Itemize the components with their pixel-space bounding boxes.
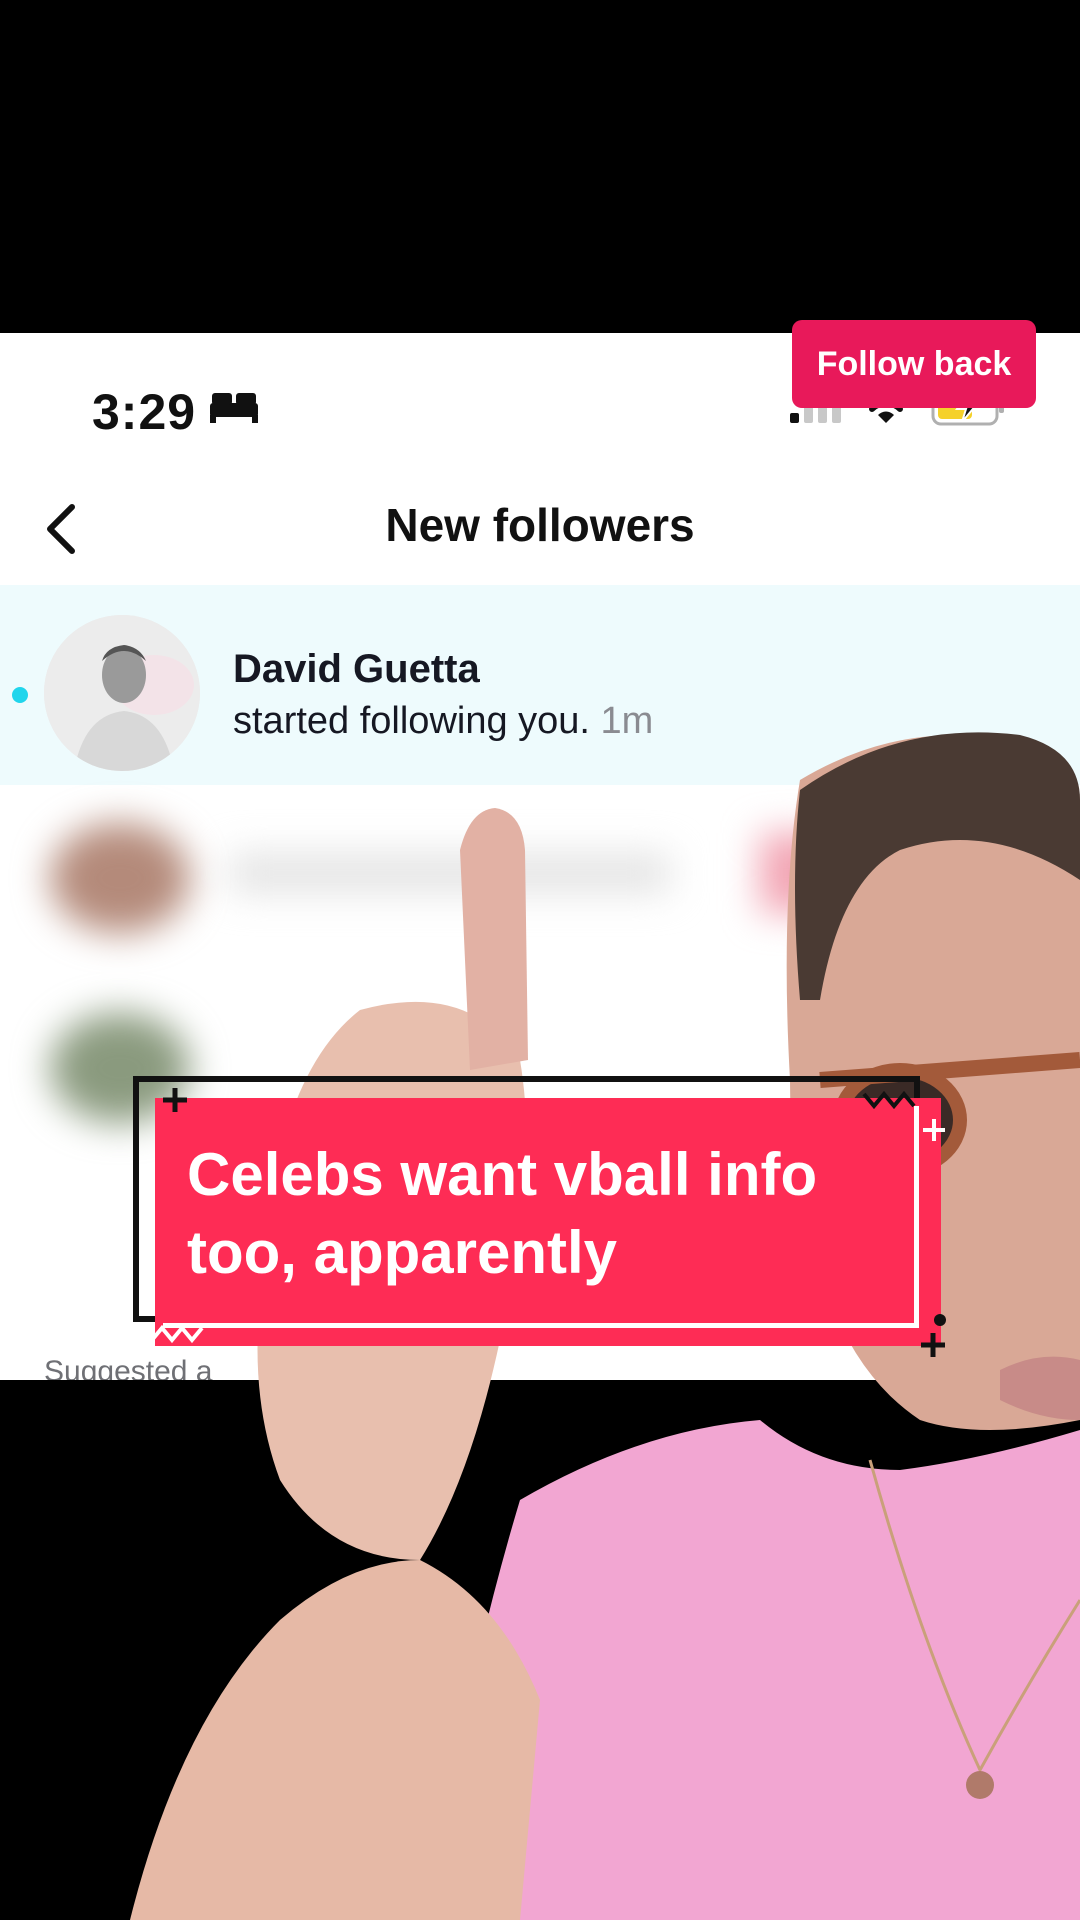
blurred-text <box>230 853 670 893</box>
status-time: 3:29 <box>92 384 197 440</box>
avatar[interactable] <box>44 615 200 771</box>
follow-back-button[interactable]: Follow back <box>792 320 1036 408</box>
follower-name[interactable]: David Guetta <box>233 647 480 692</box>
follower-time: 1m <box>600 700 654 742</box>
caption-text: Celebs want vball info too, apparently <box>187 1141 818 1286</box>
arm <box>130 1560 540 1920</box>
dot-decoration <box>934 1314 946 1326</box>
follower-action-text: started following you. 1m <box>233 700 653 743</box>
unread-dot <box>12 687 28 703</box>
blurred-button <box>760 833 900 913</box>
necklace-pendant <box>966 1771 994 1799</box>
plus-icon <box>923 1119 945 1141</box>
necklace <box>868 1459 1080 1774</box>
pink-top <box>430 1420 1080 1920</box>
bed-icon <box>210 393 258 423</box>
suggested-label: Suggested a <box>44 1355 213 1380</box>
plus-icon <box>921 1333 945 1357</box>
follower-row[interactable]: David Guetta started following you. 1m <box>0 585 1080 785</box>
zigzag-icon <box>862 1090 916 1110</box>
plus-icon <box>163 1088 187 1112</box>
blurred-avatar <box>50 823 190 933</box>
zigzag-icon <box>150 1324 204 1344</box>
page-title: New followers <box>385 499 695 551</box>
caption-box: Celebs want vball info too, apparently <box>155 1098 941 1346</box>
avatar-photo <box>44 615 200 771</box>
follower-action-label: started following you. <box>233 700 590 742</box>
